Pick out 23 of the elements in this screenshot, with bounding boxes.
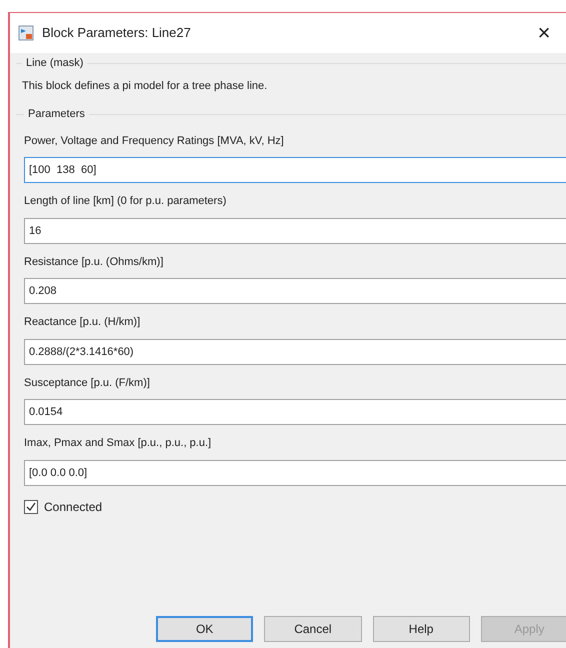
dialog-button[interactable]: Cancel [264,616,362,642]
field-label: Power, Voltage and Frequency Ratings [MVA, kV, Hz] [24,134,285,148]
input-field[interactable]: 0.0154 [24,399,566,425]
input-field[interactable]: [100 138 60] [24,157,566,183]
dialog-button[interactable]: OK [156,616,254,642]
group-title: Line (mask) [25,56,84,71]
dialog-button[interactable]: Help [372,616,470,642]
field-label: Imax, Pmax and Smax [p.u., p.u., p.u.] [24,436,212,451]
input-field[interactable]: 0.2888/(2*3.1416*60) [24,338,566,364]
checkbox-label: Connected [44,498,102,516]
input-field[interactable]: [0.0 0.0 0.0] [24,460,566,486]
input-field[interactable]: 16 [24,218,566,244]
checkbox[interactable] [24,500,38,514]
field-label: Susceptance [p.u. (F/km)] [24,376,151,390]
group-title: Parameters [27,107,86,122]
field-label: Length of line [km] (0 for p.u. parameters) [24,194,228,209]
description-text: This block defines a pi model for a tree phase line. [22,78,268,94]
field-label: Reactance [p.u. (H/km)] [24,315,142,330]
close-button[interactable]: × [532,22,556,44]
input-field[interactable]: 0.208 [24,278,566,304]
window-title: Block Parameters: Line27 [42,24,192,42]
block-app-icon [18,25,34,41]
field-label: Resistance [p.u. (Ohms/km)] [24,254,164,270]
